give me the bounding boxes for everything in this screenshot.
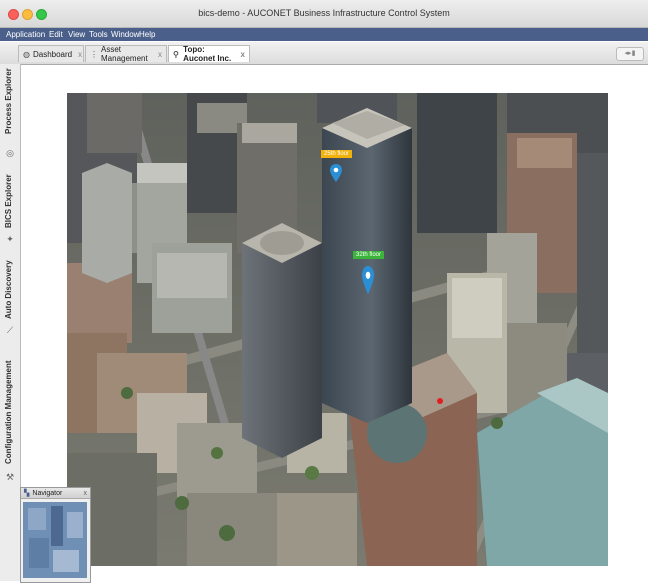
- compass-icon: ✦: [6, 234, 14, 244]
- view-controls[interactable]: ◂▸▮: [616, 47, 644, 61]
- process-icon: ◎: [6, 148, 14, 158]
- tools-icon: ⚒: [5, 472, 15, 482]
- alert-dot-marker[interactable]: [437, 398, 443, 404]
- pin-body: [362, 266, 374, 294]
- navigator-preview-image: [23, 502, 87, 578]
- sidebar-item-auto-discovery[interactable]: Auto Discovery ⟋: [0, 249, 20, 339]
- menu-edit[interactable]: Edit: [49, 30, 63, 39]
- sidebar-item-process-explorer[interactable]: Process Explorer ◎: [0, 64, 20, 158]
- navigator-panel: ▚ Navigator x: [20, 487, 91, 583]
- navigator-icon: ▚: [24, 490, 30, 497]
- close-navigator-icon[interactable]: x: [84, 490, 88, 497]
- sidebar-item-label: BICS Explorer: [4, 174, 13, 228]
- pin-body: [330, 164, 342, 182]
- tab-label: Dashboard: [32, 49, 73, 59]
- tab-topo-auconet[interactable]: ⚲ Topo: Auconet Inc. x: [168, 45, 250, 63]
- close-tab-icon[interactable]: x: [241, 50, 245, 59]
- editor-tab-strip: ◍ Dashboard x ⋮ Asset Management x ⚲ Top…: [0, 42, 648, 65]
- sidebar-item-label: Configuration Management: [4, 360, 13, 464]
- menubar: Application Edit View Tools Window Help: [0, 28, 648, 41]
- map-pin-icon[interactable]: [330, 164, 342, 182]
- menu-view[interactable]: View: [68, 30, 85, 39]
- marker-label-32th-floor[interactable]: 32th floor: [353, 251, 385, 259]
- topology-icon: ⚲: [173, 49, 179, 59]
- close-tab-icon[interactable]: x: [78, 50, 82, 59]
- tab-label: Asset Management: [101, 45, 148, 63]
- marker-label-25th-floor[interactable]: 25th floor: [321, 150, 353, 158]
- menu-help[interactable]: Help: [139, 30, 155, 39]
- menu-application[interactable]: Application: [6, 30, 45, 39]
- grid-icon: ⋮: [90, 49, 98, 59]
- left-sidebar: Process Explorer ◎ BICS Explorer ✦ Auto …: [0, 64, 21, 581]
- wand-icon: ⟋: [6, 325, 14, 335]
- tab-asset-management[interactable]: ⋮ Asset Management x: [85, 45, 167, 63]
- tab-label: Topo: Auconet Inc.: [183, 45, 232, 63]
- window-title: bics-demo - AUCONET Business Infrastruct…: [198, 8, 450, 18]
- aerial-map-view[interactable]: 25th floor 32th floor: [67, 93, 608, 566]
- close-tab-icon[interactable]: x: [158, 50, 162, 59]
- navigator-thumbnail[interactable]: [23, 502, 87, 578]
- navigator-header: ▚ Navigator x: [21, 488, 90, 499]
- map-pin-icon[interactable]: [362, 266, 374, 294]
- tab-dashboard[interactable]: ◍ Dashboard x: [18, 45, 84, 62]
- menu-tools[interactable]: Tools: [89, 30, 108, 39]
- sidebar-item-bics-explorer[interactable]: BICS Explorer ✦: [0, 164, 20, 254]
- sidebar-item-label: Auto Discovery: [4, 260, 13, 319]
- menu-window[interactable]: Window: [111, 30, 139, 39]
- window-titlebar: bics-demo - AUCONET Business Infrastruct…: [0, 0, 648, 28]
- sidebar-item-configuration-management[interactable]: Configuration Management ⚒: [0, 344, 20, 484]
- sidebar-item-label: Process Explorer: [4, 68, 13, 134]
- navigator-title: Navigator: [32, 489, 63, 497]
- globe-icon: ◍: [23, 49, 30, 59]
